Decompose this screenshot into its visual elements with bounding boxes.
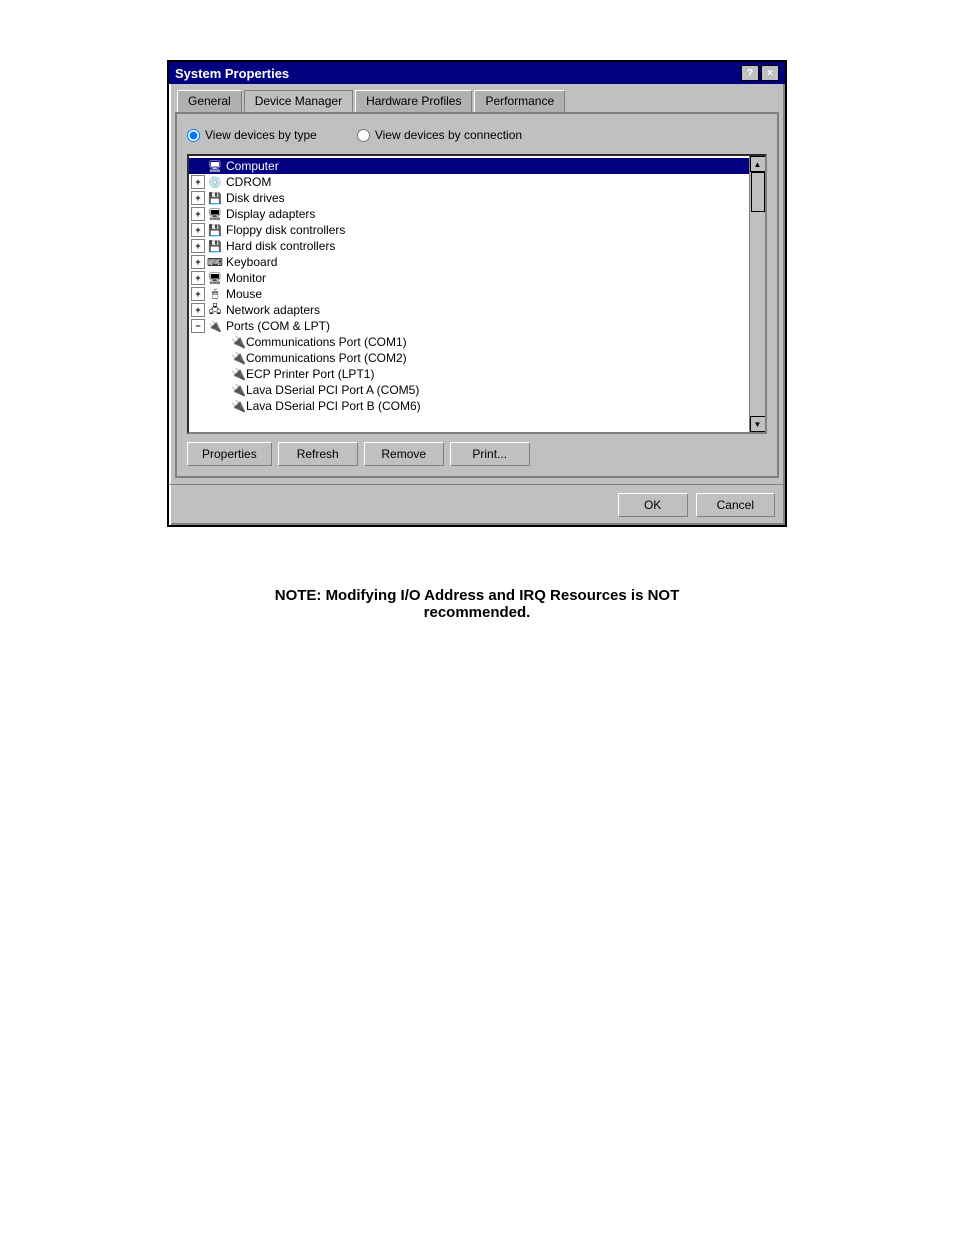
cancel-button[interactable]: Cancel <box>696 493 775 517</box>
ok-button[interactable]: OK <box>618 493 688 517</box>
device-tree-container: 🖥 Computer + 💿 CDROM + 💾 Disk drives <box>187 154 767 434</box>
properties-button[interactable]: Properties <box>187 442 272 466</box>
radio-by-type[interactable]: View devices by type <box>187 128 317 142</box>
scroll-up-button[interactable]: ▲ <box>750 156 766 172</box>
tab-performance[interactable]: Performance <box>474 90 565 112</box>
expand-hard-disk[interactable]: + <box>191 239 205 253</box>
tree-item-floppy[interactable]: + 💾 Floppy disk controllers <box>189 222 749 238</box>
radio-by-type-input[interactable] <box>187 129 200 142</box>
expand-cdrom[interactable]: + <box>191 175 205 189</box>
tree-item-ports[interactable]: − 🔌 Ports (COM & LPT) <box>189 318 749 334</box>
tree-item-network-adapters[interactable]: + 🖧 Network adapters <box>189 302 749 318</box>
tree-subitem-lpt1[interactable]: 🔌 ECP Printer Port (LPT1) <box>189 366 749 382</box>
dialog-footer: OK Cancel <box>169 484 785 525</box>
window-title: System Properties <box>175 66 289 81</box>
tree-subitem-com5[interactable]: 🔌 Lava DSerial PCI Port A (COM5) <box>189 382 749 398</box>
tree-item-disk-drives[interactable]: + 💾 Disk drives <box>189 190 749 206</box>
computer-icon: 🖥 <box>207 159 223 173</box>
ports-icon: 🔌 <box>207 319 223 333</box>
scroll-track[interactable] <box>750 172 765 416</box>
expand-mouse[interactable]: + <box>191 287 205 301</box>
port-icon: 🔌 <box>231 351 246 365</box>
expand-ports[interactable]: − <box>191 319 205 333</box>
expand-monitor[interactable]: + <box>191 271 205 285</box>
device-tree[interactable]: 🖥 Computer + 💿 CDROM + 💾 Disk drives <box>189 156 749 432</box>
tree-subitem-com2[interactable]: 🔌 Communications Port (COM2) <box>189 350 749 366</box>
port-icon: 🔌 <box>231 383 246 397</box>
cdrom-icon: 💿 <box>207 175 223 189</box>
tab-bar: General Device Manager Hardware Profiles… <box>169 84 785 112</box>
close-button[interactable]: × <box>761 65 779 81</box>
tree-subitem-com6[interactable]: 🔌 Lava DSerial PCI Port B (COM6) <box>189 398 749 414</box>
expand-disk-drives[interactable]: + <box>191 191 205 205</box>
tree-item-mouse[interactable]: + 🖱 Mouse <box>189 286 749 302</box>
remove-button[interactable]: Remove <box>364 442 444 466</box>
print-button[interactable]: Print... <box>450 442 530 466</box>
view-options: View devices by type View devices by con… <box>187 124 767 146</box>
tree-item-display-adapters[interactable]: + 🖥 Display adapters <box>189 206 749 222</box>
scroll-down-button[interactable]: ▼ <box>750 416 766 432</box>
system-properties-dialog: System Properties ? × General Device Man… <box>167 60 787 527</box>
tree-item-monitor[interactable]: + 🖥 Monitor <box>189 270 749 286</box>
expand-floppy[interactable]: + <box>191 223 205 237</box>
tree-subitem-com1[interactable]: 🔌 Communications Port (COM1) <box>189 334 749 350</box>
tree-item-hard-disk[interactable]: + 💾 Hard disk controllers <box>189 238 749 254</box>
title-bar: System Properties ? × <box>169 62 785 84</box>
tree-scrollbar[interactable]: ▲ ▼ <box>749 156 765 432</box>
tree-item-keyboard[interactable]: + ⌨ Keyboard <box>189 254 749 270</box>
tree-item-computer[interactable]: 🖥 Computer <box>189 158 749 174</box>
keyboard-icon: ⌨ <box>207 255 223 269</box>
refresh-button[interactable]: Refresh <box>278 442 358 466</box>
port-icon: 🔌 <box>231 399 246 413</box>
display-adapters-icon: 🖥 <box>207 207 223 221</box>
radio-by-connection-input[interactable] <box>357 129 370 142</box>
title-bar-buttons: ? × <box>741 65 779 81</box>
disk-drives-icon: 💾 <box>207 191 223 205</box>
floppy-icon: 💾 <box>207 223 223 237</box>
tab-general[interactable]: General <box>177 90 242 112</box>
tab-hardware-profiles[interactable]: Hardware Profiles <box>355 90 472 112</box>
expand-network-adapters[interactable]: + <box>191 303 205 317</box>
tab-content: View devices by type View devices by con… <box>175 112 779 478</box>
network-adapters-icon: 🖧 <box>207 303 223 317</box>
expand-keyboard[interactable]: + <box>191 255 205 269</box>
tab-device-manager[interactable]: Device Manager <box>244 90 353 112</box>
port-icon: 🔌 <box>231 367 246 381</box>
mouse-icon: 🖱 <box>207 287 223 301</box>
expand-display-adapters[interactable]: + <box>191 207 205 221</box>
tree-item-cdrom[interactable]: + 💿 CDROM <box>189 174 749 190</box>
radio-by-connection[interactable]: View devices by connection <box>357 128 522 142</box>
monitor-icon: 🖥 <box>207 271 223 285</box>
hard-disk-icon: 💾 <box>207 239 223 253</box>
scroll-thumb[interactable] <box>751 172 765 212</box>
port-icon: 🔌 <box>231 335 246 349</box>
help-button[interactable]: ? <box>741 65 759 81</box>
action-buttons: Properties Refresh Remove Print... <box>187 442 767 466</box>
note-text: NOTE: Modifying I/O Address and IRQ Reso… <box>227 587 727 621</box>
